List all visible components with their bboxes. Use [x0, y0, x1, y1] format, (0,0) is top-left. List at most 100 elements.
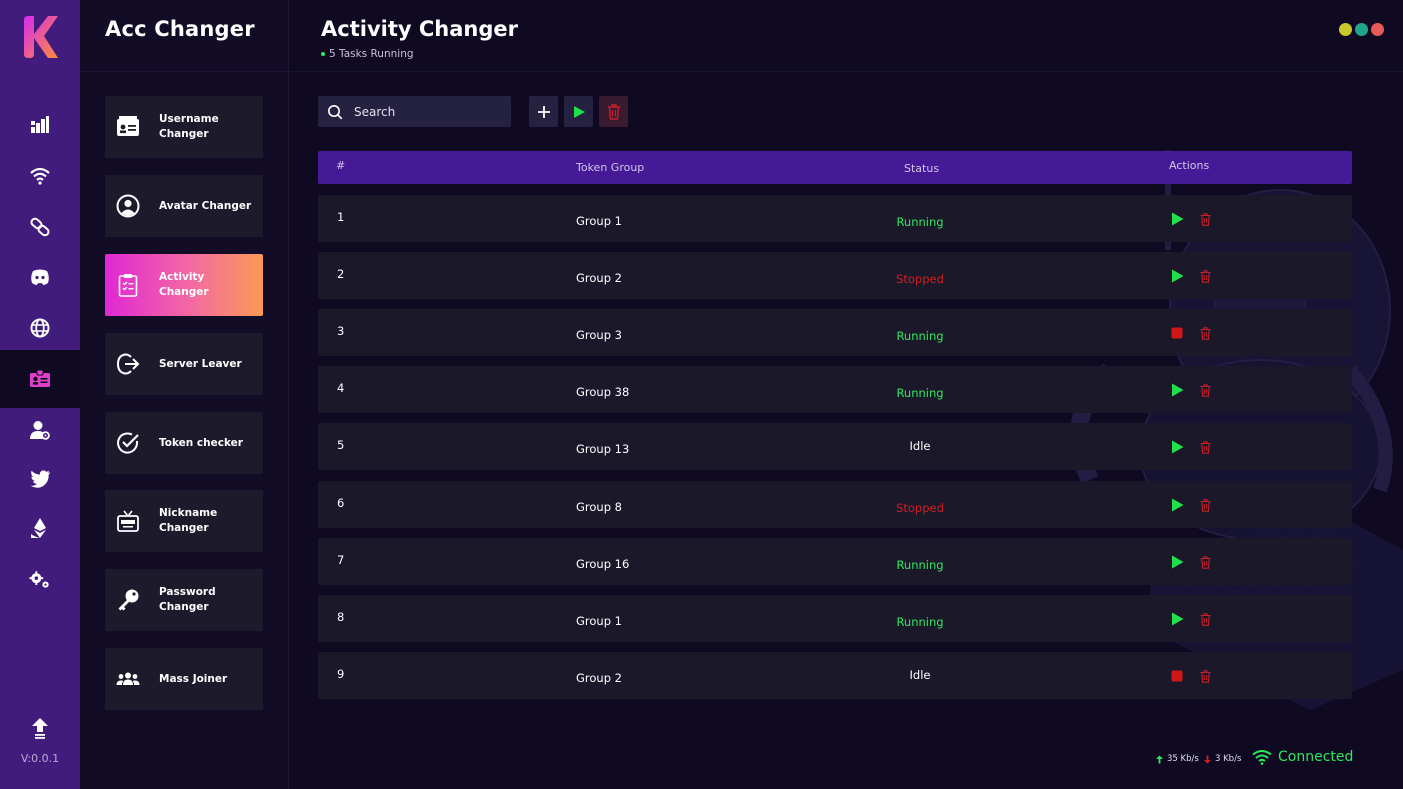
- trash-icon: [607, 103, 620, 120]
- row-actions: [1170, 669, 1212, 683]
- play-icon: [1171, 498, 1183, 512]
- feature-label: Activity Changer: [159, 271, 209, 298]
- arrow-up-icon: [1156, 755, 1163, 763]
- rail-item-account-tools[interactable]: [0, 350, 80, 408]
- feature-username-changer[interactable]: Username Changer: [105, 96, 263, 158]
- row-number: 7: [337, 553, 345, 567]
- rail-item-links[interactable]: [0, 202, 80, 252]
- row-token-group: Group 13: [576, 442, 630, 456]
- trash-icon: [1200, 269, 1210, 283]
- search-input[interactable]: [354, 104, 494, 119]
- download-speed-value: 3 Kb/s: [1215, 754, 1242, 764]
- stop-task-button[interactable]: [1170, 669, 1184, 683]
- key-icon: [116, 588, 140, 612]
- tv-icon: [116, 509, 140, 533]
- window-minimize-button[interactable]: [1339, 23, 1352, 36]
- stop-task-button[interactable]: [1170, 326, 1184, 340]
- app-logo-icon: [24, 16, 58, 58]
- start-all-button[interactable]: [564, 96, 593, 127]
- discord-icon: [31, 269, 49, 285]
- start-task-button[interactable]: [1170, 612, 1184, 626]
- rail-item-web[interactable]: [0, 303, 80, 353]
- feature-label: Username Changer: [159, 113, 219, 140]
- row-status: Running: [896, 215, 944, 229]
- rail-item-crypto[interactable]: [0, 503, 80, 553]
- feature-mass-joiner[interactable]: Mass Joiner: [105, 648, 263, 710]
- feature-server-leaver[interactable]: Server Leaver: [105, 333, 263, 395]
- rail-item-twitter[interactable]: [0, 453, 80, 503]
- column-header-actions: Actions: [1169, 159, 1210, 172]
- play-icon: [1171, 612, 1183, 626]
- delete-task-button[interactable]: [1198, 212, 1212, 226]
- trash-icon: [1200, 498, 1210, 512]
- start-task-button[interactable]: [1170, 440, 1184, 454]
- connection-status: Connected: [1252, 749, 1353, 765]
- feature-activity-changer[interactable]: Activity Changer: [105, 254, 263, 316]
- rail-item-settings[interactable]: [0, 555, 80, 605]
- start-task-button[interactable]: [1170, 383, 1184, 397]
- row-token-group: Group 2: [576, 271, 622, 285]
- globe-icon: [30, 318, 50, 338]
- rail-item-update[interactable]: [0, 703, 80, 753]
- feature-nickname-changer[interactable]: Nickname Changer: [105, 490, 263, 552]
- arrow-down-icon: [1204, 755, 1211, 763]
- rail-item-discord[interactable]: [0, 252, 80, 302]
- search-box[interactable]: [318, 96, 511, 127]
- page-title: Activity Changer: [321, 17, 518, 41]
- trash-icon: [1200, 669, 1210, 683]
- delete-task-button[interactable]: [1198, 383, 1212, 397]
- play-icon: [1171, 383, 1183, 397]
- trash-icon: [1200, 383, 1210, 397]
- rail-item-user-settings[interactable]: [0, 405, 80, 455]
- connection-label: Connected: [1278, 749, 1354, 765]
- play-icon: [1171, 212, 1183, 226]
- window-close-button[interactable]: [1371, 23, 1384, 36]
- table-row: 8 Group 1 Running: [318, 595, 1352, 642]
- upload-speed-value: 35 Kb/s: [1167, 754, 1199, 764]
- row-status: Running: [896, 386, 944, 400]
- row-status: Running: [896, 329, 944, 343]
- feature-avatar-changer[interactable]: Avatar Changer: [105, 175, 263, 237]
- feature-token-checker[interactable]: Token checker: [105, 412, 263, 474]
- rail-item-proxies[interactable]: [0, 150, 80, 200]
- delete-task-button[interactable]: [1198, 498, 1212, 512]
- wifi-icon: [30, 167, 50, 185]
- delete-all-button[interactable]: [599, 96, 628, 127]
- table-row: 4 Group 38 Running: [318, 366, 1352, 413]
- delete-task-button[interactable]: [1198, 555, 1212, 569]
- table-row: 5 Group 13 Idle: [318, 423, 1352, 470]
- row-number: 1: [337, 210, 345, 224]
- id-card-icon: [30, 369, 50, 387]
- column-header-number: #: [336, 159, 346, 172]
- row-status: Idle: [909, 668, 931, 682]
- feature-password-changer[interactable]: Password Changer: [105, 569, 263, 631]
- play-icon: [1171, 555, 1183, 569]
- start-task-button[interactable]: [1170, 269, 1184, 283]
- start-task-button[interactable]: [1170, 212, 1184, 226]
- rail-item-dashboard[interactable]: [0, 99, 80, 149]
- feature-panel: Acc Changer Username Changer Avatar Chan…: [80, 0, 289, 789]
- trash-icon: [1200, 612, 1210, 626]
- username-card-icon: [116, 115, 140, 139]
- row-status: Running: [896, 558, 944, 572]
- delete-task-button[interactable]: [1198, 612, 1212, 626]
- trash-icon: [1200, 440, 1210, 454]
- delete-task-button[interactable]: [1198, 269, 1212, 283]
- window-maximize-button[interactable]: [1355, 23, 1368, 36]
- delete-task-button[interactable]: [1198, 326, 1212, 340]
- logout-icon: [116, 352, 140, 376]
- delete-task-button[interactable]: [1198, 669, 1212, 683]
- table-row: 7 Group 16 Running: [318, 538, 1352, 585]
- version-label: V:0.0.1: [20, 752, 60, 765]
- start-task-button[interactable]: [1170, 555, 1184, 569]
- table-row: 9 Group 2 Idle: [318, 652, 1352, 699]
- delete-task-button[interactable]: [1198, 440, 1212, 454]
- start-task-button[interactable]: [1170, 498, 1184, 512]
- row-number: 6: [337, 496, 345, 510]
- feature-label: Password Changer: [159, 586, 216, 613]
- status-dot-icon: [321, 52, 325, 56]
- upload-icon: [32, 718, 48, 739]
- add-task-button[interactable]: [529, 96, 558, 127]
- row-actions: [1170, 326, 1212, 340]
- trash-icon: [1200, 555, 1210, 569]
